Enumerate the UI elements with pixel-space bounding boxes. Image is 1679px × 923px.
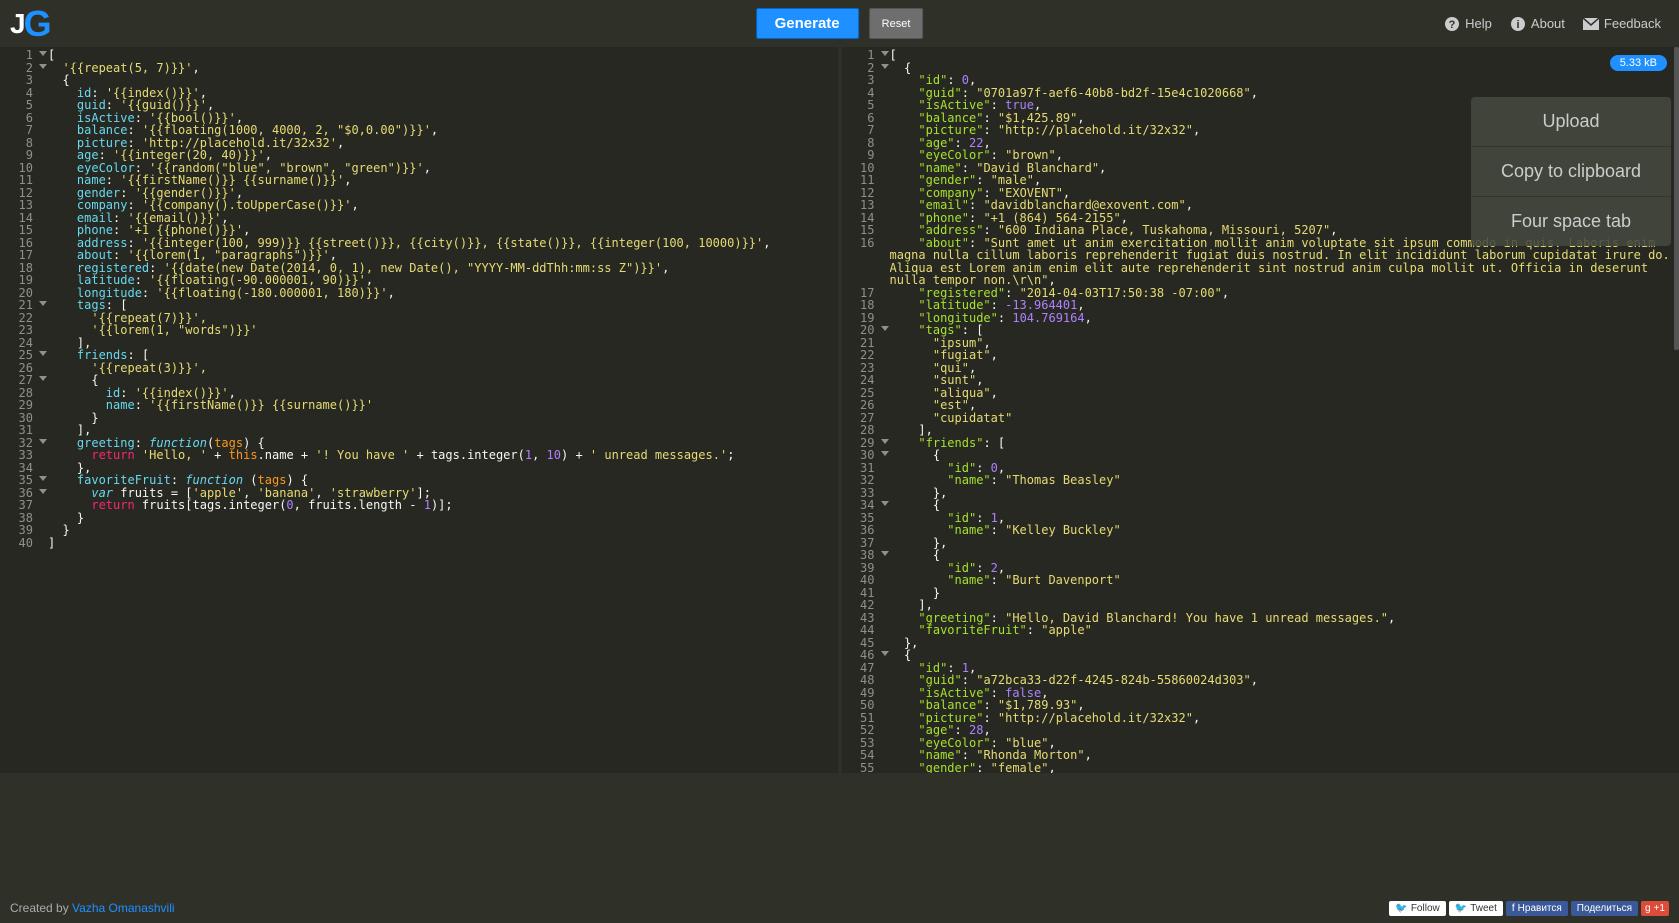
mail-icon (1583, 16, 1599, 32)
feedback-label: Feedback (1604, 16, 1661, 31)
header-right: ? Help i About Feedback (1444, 16, 1669, 32)
gplus-button[interactable]: g+1 (1641, 901, 1669, 916)
tweet-label: Tweet (1470, 903, 1497, 914)
copy-button[interactable]: Copy to clipboard (1471, 147, 1671, 197)
gplus-label: +1 (1654, 903, 1665, 914)
fb-share-button[interactable]: Поделиться (1571, 901, 1638, 916)
help-link[interactable]: ? Help (1444, 16, 1492, 32)
logo[interactable]: J G (10, 3, 52, 45)
about-label: About (1531, 16, 1565, 31)
fb-like-button[interactable]: fНравится (1506, 901, 1568, 916)
left-code[interactable]: [ '{{repeat(5, 7)}}', { id: '{{index()}}… (48, 49, 838, 549)
created-by: Created by (10, 901, 72, 915)
share-label: Поделиться (1577, 903, 1632, 914)
twitter-icon: 🐦 (1455, 903, 1467, 914)
feedback-link[interactable]: Feedback (1583, 16, 1661, 32)
generate-button[interactable]: Generate (756, 8, 859, 39)
help-icon: ? (1444, 16, 1460, 32)
header: J G Generate Reset ? Help i About Feedba… (0, 0, 1679, 47)
about-link[interactable]: i About (1510, 16, 1565, 32)
output-editor[interactable]: 5.33 kB Upload Copy to clipboard Four sp… (842, 47, 1679, 773)
footer: Created by Vazha Omanashvili 🐦Follow 🐦Tw… (0, 893, 1679, 923)
logo-g: G (24, 3, 52, 45)
twitter-tweet-button[interactable]: 🐦Tweet (1449, 901, 1503, 916)
author-link[interactable]: Vazha Omanashvili (72, 901, 175, 915)
left-gutter: 1234567891011121314151617181920212223242… (0, 47, 48, 549)
svg-text:?: ? (1449, 19, 1456, 31)
right-gutter: 1234567891011121314151617181920212223242… (842, 47, 890, 773)
info-icon: i (1510, 16, 1526, 32)
gplus-icon: g (1645, 903, 1651, 914)
reset-button[interactable]: Reset (869, 8, 924, 39)
fb-icon: f (1512, 903, 1515, 914)
footer-right: 🐦Follow 🐦Tweet fНравится Поделиться g+1 (1389, 901, 1669, 916)
main: 1234567891011121314151617181920212223242… (0, 47, 1679, 773)
size-badge: 5.33 kB (1610, 55, 1667, 71)
template-editor[interactable]: 1234567891011121314151617181920212223242… (0, 47, 842, 773)
scroll-thumb[interactable] (1674, 47, 1679, 350)
side-panel: Upload Copy to clipboard Four space tab (1471, 97, 1671, 246)
scrollbar[interactable] (1674, 47, 1679, 773)
follow-label: Follow (1411, 903, 1440, 914)
header-center: Generate Reset (756, 8, 924, 39)
twitter-icon: 🐦 (1395, 903, 1407, 914)
help-label: Help (1465, 16, 1492, 31)
upload-button[interactable]: Upload (1471, 97, 1671, 147)
tab-button[interactable]: Four space tab (1471, 197, 1671, 246)
svg-text:i: i (1516, 19, 1519, 31)
like-label: Нравится (1518, 903, 1562, 914)
footer-left: Created by Vazha Omanashvili (10, 901, 175, 915)
twitter-follow-button[interactable]: 🐦 Follow (1389, 901, 1445, 916)
